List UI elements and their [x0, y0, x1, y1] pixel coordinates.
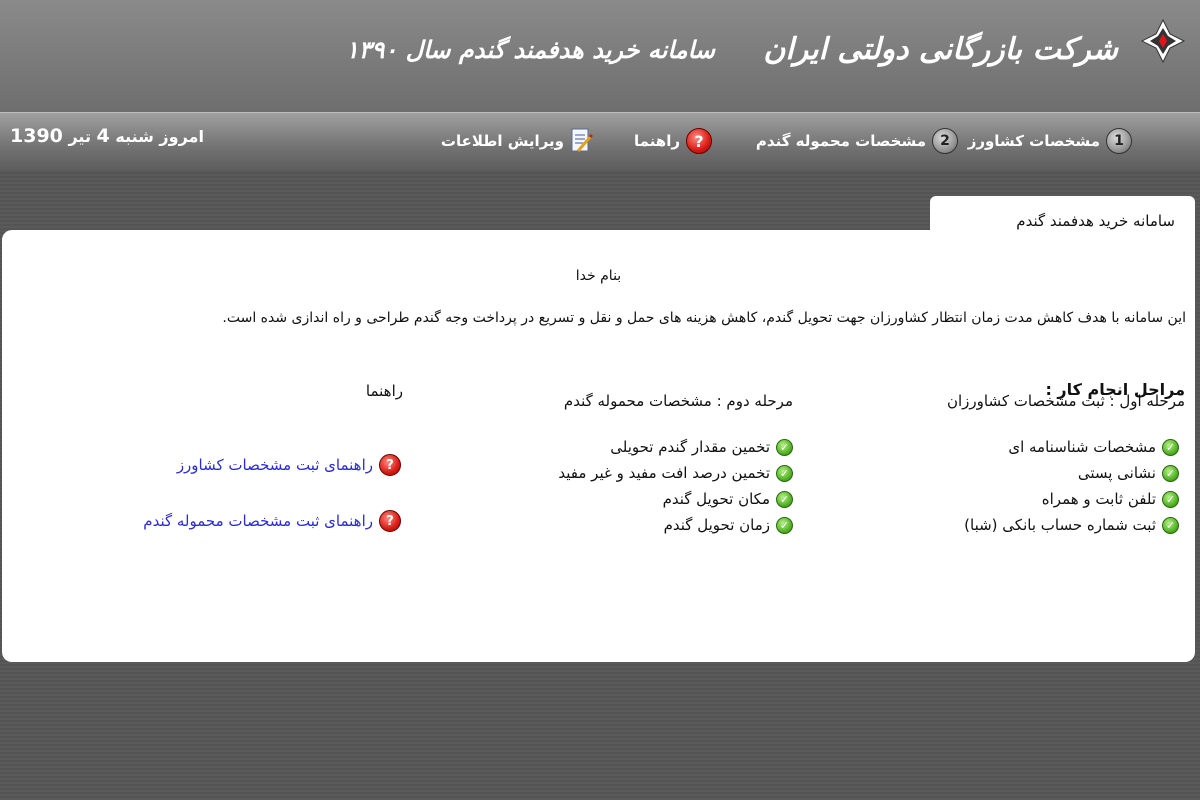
basmala-text: بنام خدا	[575, 268, 622, 284]
system-title: سامانه خرید هدفمند گندم سال ۱۳۹۰	[345, 35, 715, 64]
list-item: ✓ تلفن ثابت و همراه	[964, 486, 1179, 512]
check-icon: ✓	[776, 464, 793, 482]
step-one-icon: 1	[1106, 128, 1132, 154]
date-day: 4	[96, 125, 110, 147]
help-link-farmer[interactable]: ? راهنمای ثبت مشخصات کشاورز	[177, 454, 401, 476]
nav-help[interactable]: ? راهنما	[634, 123, 712, 159]
step-two-list: ✓ تخمین مقدار گندم تحویلی ✓ تخمین درصد افت…	[558, 434, 793, 538]
step-two-title: مرحله دوم : مشخصات محموله گندم	[563, 392, 793, 410]
nav-farmer-details-label: مشخصات کشاورز	[967, 132, 1100, 150]
edit-document-icon	[571, 128, 594, 152]
help-icon: ?	[379, 510, 401, 532]
list-item: ✓ مشخصات شناسنامه ای	[964, 434, 1179, 460]
list-item: ✓ مکان تحویل گندم	[558, 486, 793, 512]
intro-text: این سامانه با هدف کاهش مدت زمان انتظار ک…	[222, 310, 1186, 326]
main-panel: بنام خدا این سامانه با هدف کاهش مدت زمان…	[2, 230, 1195, 662]
check-icon: ✓	[1162, 516, 1179, 534]
nav-wheat-shipment[interactable]: 2 مشخصات محموله گندم	[756, 123, 958, 159]
help-link-farmer-label: راهنمای ثبت مشخصات کشاورز	[176, 456, 373, 474]
help-icon: ?	[379, 454, 401, 476]
help-icon: ?	[686, 128, 712, 154]
date-prefix: امروز شنبه	[115, 127, 204, 146]
list-item: ✓ ثبت شماره حساب بانکی (شبا)	[964, 512, 1179, 538]
nav-edit-info[interactable]: ویرایش اطلاعات	[441, 123, 594, 159]
step-one-title: مرحله اول : ثبت مشخصات کشاورزان	[946, 392, 1185, 410]
company-logo-icon	[1140, 18, 1186, 64]
nav-help-label: راهنما	[634, 132, 680, 150]
company-name: شرکت بازرگانی دولتی ایران	[763, 32, 1118, 67]
site-header: شرکت بازرگانی دولتی ایران سامانه خرید هد…	[0, 0, 1200, 112]
list-item: ✓ تخمین مقدار گندم تحویلی	[558, 434, 793, 460]
help-link-shipment-label: راهنمای ثبت مشخصات محموله گندم	[143, 512, 373, 530]
check-icon: ✓	[1162, 438, 1179, 456]
list-item: ✓ زمان تحویل گندم	[558, 512, 793, 538]
date-month: تیر	[68, 127, 91, 146]
nav-edit-info-label: ویرایش اطلاعات	[440, 132, 564, 150]
help-column-title: راهنما	[365, 382, 403, 400]
check-icon: ✓	[776, 516, 793, 534]
step-two-icon: 2	[932, 128, 958, 154]
help-link-shipment[interactable]: ? راهنمای ثبت مشخصات محموله گندم	[143, 510, 401, 532]
check-icon: ✓	[776, 490, 793, 508]
step-one-list: ✓ مشخصات شناسنامه ای ✓ نشانی پستی ✓ تلفن ثا…	[964, 434, 1179, 538]
today-date: امروز شنبه 4 تیر 1390	[10, 125, 204, 147]
check-icon: ✓	[776, 438, 793, 456]
nav-farmer-details[interactable]: 1 مشخصات کشاورز	[968, 123, 1132, 159]
list-item: ✓ تخمین درصد افت مفید و غیر مفید	[558, 460, 793, 486]
check-icon: ✓	[1162, 464, 1179, 482]
main-navbar: 1 مشخصات کشاورز 2 مشخصات محموله گندم ? ر…	[0, 112, 1200, 170]
nav-wheat-shipment-label: مشخصات محموله گندم	[755, 132, 926, 150]
list-item: ✓ نشانی پستی	[964, 460, 1179, 486]
date-year: 1390	[10, 125, 63, 147]
check-icon: ✓	[1162, 490, 1179, 508]
